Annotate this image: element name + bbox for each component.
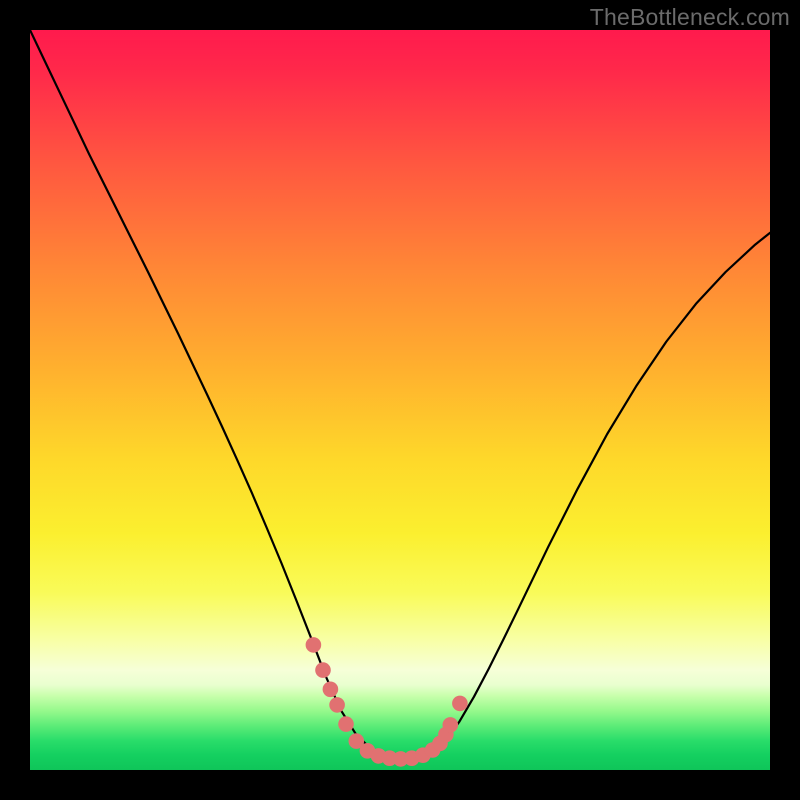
marker-dot <box>452 696 468 712</box>
bottleneck-curve <box>30 30 770 759</box>
marker-dot <box>315 662 331 678</box>
marker-dot <box>323 682 339 698</box>
outer-frame: TheBottleneck.com <box>0 0 800 800</box>
highlight-markers <box>306 637 468 767</box>
curve-layer <box>30 30 770 770</box>
watermark-text: TheBottleneck.com <box>590 4 790 31</box>
plot-area <box>30 30 770 770</box>
marker-dot <box>329 697 345 713</box>
marker-dot <box>338 716 354 732</box>
marker-dot <box>443 717 459 733</box>
marker-dot <box>306 637 322 653</box>
